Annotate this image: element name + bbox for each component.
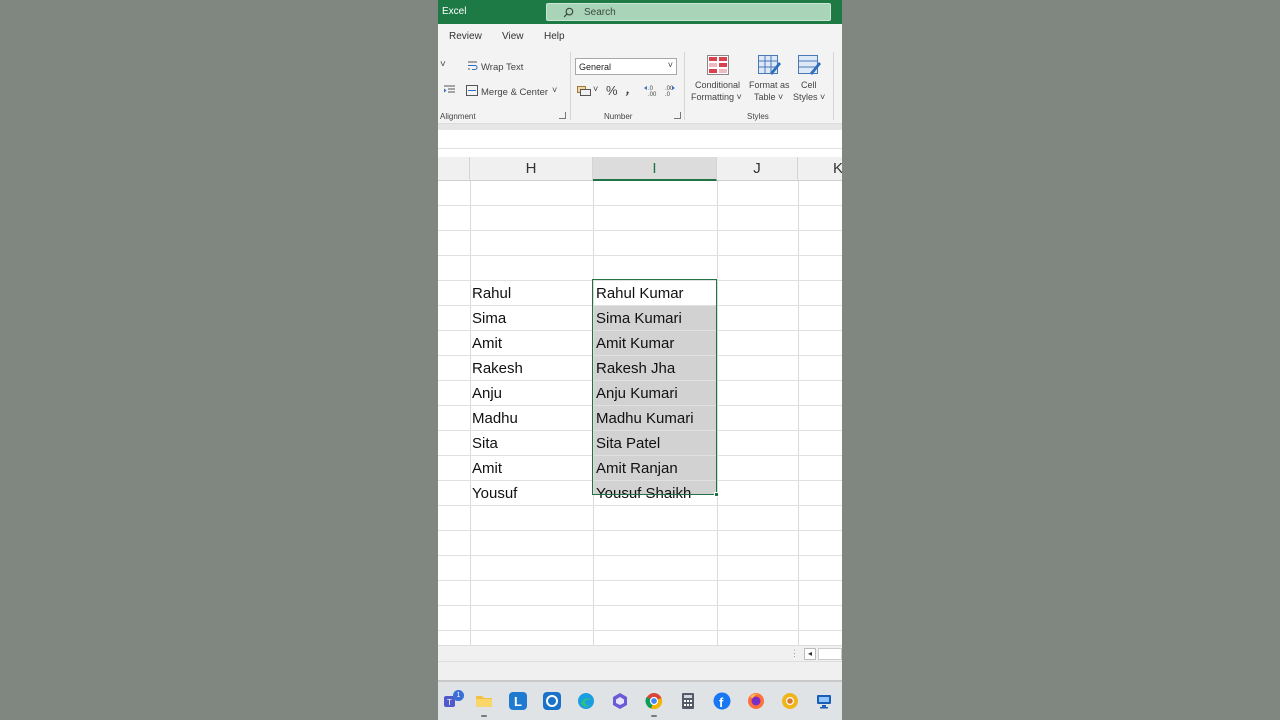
horizontal-scrollbar[interactable]: ⋮ ◂ bbox=[438, 645, 842, 661]
row-gridline bbox=[438, 555, 842, 556]
column-header-h[interactable]: H bbox=[470, 157, 593, 181]
cell-styles-icon bbox=[798, 55, 821, 75]
running-indicator bbox=[651, 715, 657, 717]
chevron-down-icon: ˅ bbox=[667, 60, 673, 70]
group-separator bbox=[570, 52, 571, 120]
number-format-dropdown[interactable]: General ˅ bbox=[575, 58, 677, 75]
row-gridline bbox=[438, 230, 842, 231]
firefox-icon[interactable] bbox=[747, 692, 765, 710]
wrap-text-icon bbox=[468, 61, 478, 70]
search-placeholder: Search bbox=[584, 7, 616, 18]
cell-h[interactable]: Amit bbox=[472, 456, 502, 481]
row-gridline bbox=[438, 530, 842, 531]
ribbon: ˅ Wrap Text Merge & Center ˅ Alignment G… bbox=[438, 48, 842, 124]
cell-h[interactable]: Amit bbox=[472, 331, 502, 356]
merge-center-icon bbox=[466, 85, 478, 96]
cell-h[interactable]: Sita bbox=[472, 431, 498, 456]
tab-view[interactable]: View bbox=[502, 31, 524, 42]
number-group-label: Number bbox=[604, 112, 633, 121]
excel-window: Excel Search Review View Help ˅ Wrap Tex… bbox=[438, 0, 842, 720]
increase-decimal-icon[interactable]: .0.00 bbox=[644, 84, 658, 96]
format-as-table-icon bbox=[758, 55, 781, 75]
svg-text:.0: .0 bbox=[665, 92, 671, 96]
svg-text:f: f bbox=[719, 695, 724, 710]
cell-h[interactable]: Rahul bbox=[472, 281, 511, 306]
decrease-decimal-icon[interactable]: .00.0 bbox=[662, 84, 676, 96]
svg-text:.00: .00 bbox=[648, 92, 657, 96]
scroll-track[interactable] bbox=[818, 648, 842, 660]
number-launcher-icon[interactable] bbox=[674, 112, 681, 119]
calculator-icon[interactable] bbox=[679, 692, 697, 710]
chrome-canary-icon[interactable] bbox=[781, 692, 799, 710]
taskbar: T 1 L f bbox=[438, 682, 842, 720]
scroll-left-icon[interactable]: ◂ bbox=[804, 648, 816, 660]
cell-h[interactable]: Rakesh bbox=[472, 356, 523, 381]
facebook-icon[interactable]: f bbox=[713, 692, 731, 710]
chrome-icon[interactable] bbox=[645, 692, 663, 710]
selection-border bbox=[592, 279, 717, 495]
column-gridline bbox=[470, 181, 471, 645]
alignment-launcher-icon[interactable] bbox=[559, 112, 566, 119]
cell-styles-button[interactable]: Cell bbox=[801, 80, 817, 90]
merge-center-button[interactable]: Merge & Center bbox=[481, 87, 548, 98]
column-gridline bbox=[798, 181, 799, 645]
worksheet-grid[interactable]: H I J K Rahul Rahul Kumar Sima Sima Kumari A… bbox=[438, 157, 842, 645]
tab-help[interactable]: Help bbox=[544, 31, 565, 42]
cell-h[interactable]: Anju bbox=[472, 381, 502, 406]
cell-h[interactable]: Yousuf bbox=[472, 481, 517, 506]
fill-handle[interactable] bbox=[714, 492, 719, 497]
format-as-table-button[interactable]: Format as bbox=[749, 80, 790, 90]
row-gridline bbox=[438, 255, 842, 256]
chevron-down-icon[interactable]: ˅ bbox=[593, 84, 598, 94]
chevron-down-icon[interactable]: ˅ bbox=[552, 85, 557, 95]
formula-bar[interactable] bbox=[438, 130, 842, 149]
running-indicator bbox=[481, 715, 487, 717]
percent-style-button[interactable]: % bbox=[606, 83, 618, 98]
tab-review[interactable]: Review bbox=[449, 31, 482, 42]
search-icon bbox=[563, 7, 574, 18]
format-as-table-label-2: Table ˅ bbox=[754, 92, 784, 102]
cell-h[interactable]: Madhu bbox=[472, 406, 518, 431]
column-gridline bbox=[717, 181, 718, 645]
row-gridline bbox=[438, 580, 842, 581]
number-format-value: General bbox=[579, 62, 612, 72]
svg-text:L: L bbox=[514, 694, 522, 709]
cell-styles-label-2: Styles ˅ bbox=[793, 92, 826, 102]
notification-badge: 1 bbox=[453, 690, 464, 701]
indent-icon[interactable] bbox=[444, 85, 455, 95]
svg-text:T: T bbox=[447, 698, 452, 707]
splitter-handle-icon[interactable]: ⋮ bbox=[790, 648, 799, 659]
column-header-k[interactable]: K bbox=[798, 157, 842, 181]
app-name: Excel bbox=[442, 6, 467, 17]
row-header-corner[interactable] bbox=[438, 157, 470, 181]
l-app-icon[interactable]: L bbox=[509, 692, 527, 710]
group-separator bbox=[833, 52, 834, 120]
conditional-formatting-button[interactable]: Conditional bbox=[695, 80, 740, 90]
title-bar: Excel Search bbox=[438, 0, 842, 24]
chevron-icon[interactable]: ˅ bbox=[440, 59, 446, 70]
remote-desktop-icon[interactable] bbox=[815, 692, 833, 710]
row-gridline bbox=[438, 205, 842, 206]
wrap-text-button[interactable]: Wrap Text bbox=[481, 62, 523, 73]
conditional-formatting-label-2: Formatting ˅ bbox=[691, 92, 742, 102]
group-separator bbox=[684, 52, 685, 120]
edge-icon[interactable] bbox=[577, 692, 595, 710]
column-header-j[interactable]: J bbox=[717, 157, 798, 181]
comma-style-button[interactable]: , bbox=[624, 81, 633, 97]
row-gridline bbox=[438, 605, 842, 606]
ribbon-tabs: Review View Help bbox=[438, 24, 842, 48]
search-box[interactable]: Search bbox=[546, 3, 831, 21]
conditional-formatting-icon bbox=[707, 55, 729, 75]
accounting-format-icon[interactable] bbox=[577, 86, 591, 96]
row-gridline bbox=[438, 630, 842, 631]
cell-h[interactable]: Sima bbox=[472, 306, 506, 331]
column-header-i[interactable]: I bbox=[593, 157, 717, 181]
status-bar bbox=[438, 661, 842, 680]
copilot-icon[interactable] bbox=[611, 692, 629, 710]
styles-group-label: Styles bbox=[747, 112, 769, 121]
file-explorer-icon[interactable] bbox=[475, 692, 493, 710]
cortana-icon[interactable] bbox=[543, 692, 561, 710]
alignment-group-label: Alignment bbox=[440, 112, 476, 121]
